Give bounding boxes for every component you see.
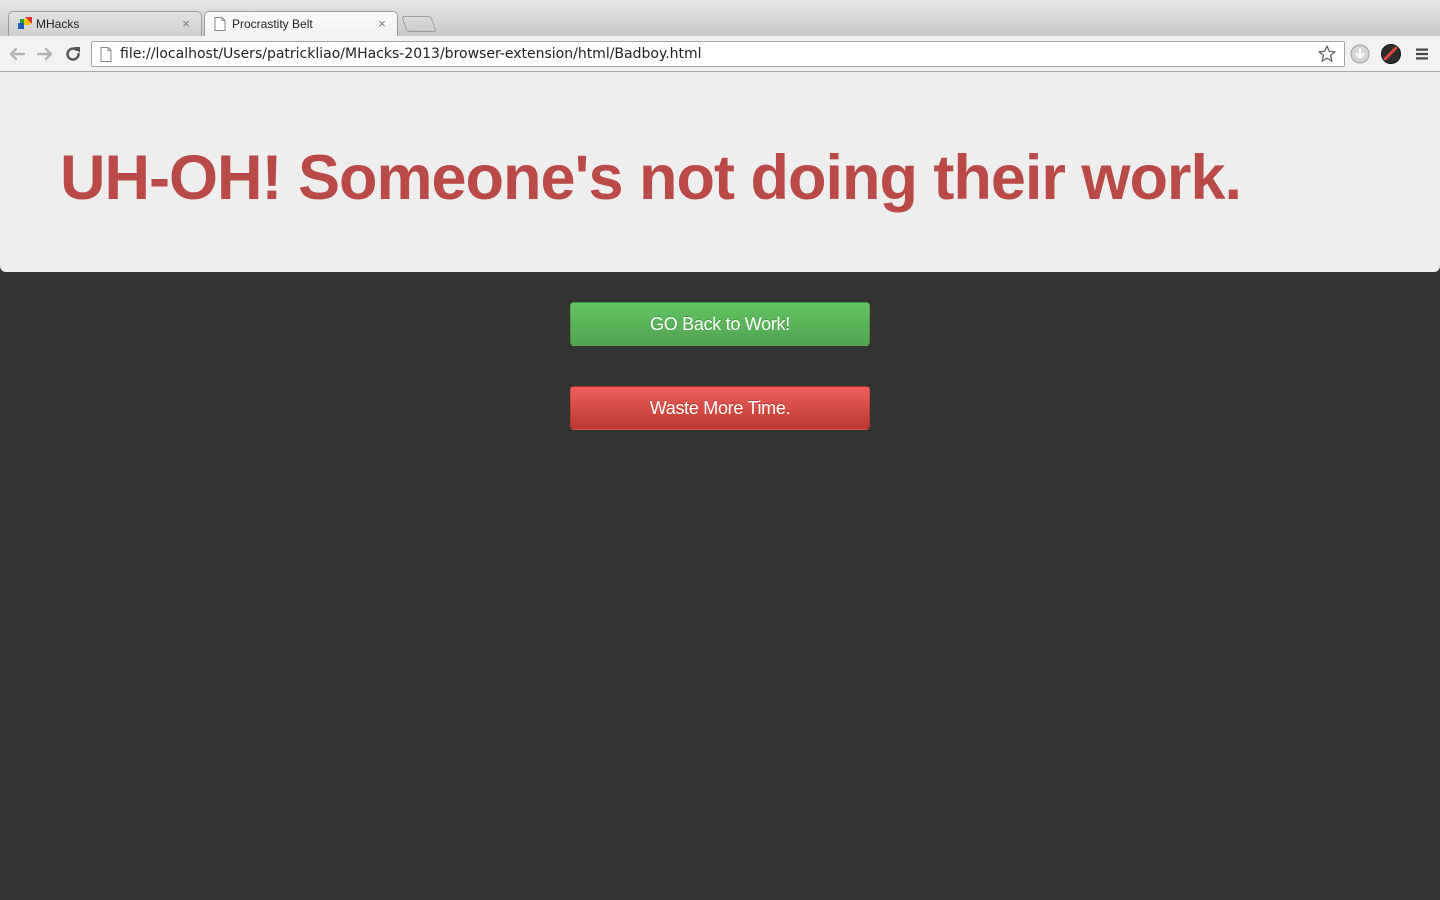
bookmark-star-icon[interactable] — [1316, 45, 1338, 63]
close-tab-icon[interactable]: × — [375, 17, 389, 31]
close-tab-icon[interactable]: × — [179, 17, 193, 31]
tab-strip: MHacks × Procrastity Belt × — [0, 0, 1440, 36]
forward-arrow-icon — [36, 47, 53, 61]
page-icon — [100, 46, 112, 62]
browser-toolbar — [0, 36, 1440, 72]
reload-icon — [66, 47, 80, 61]
go-back-to-work-button[interactable]: GO Back to Work! — [570, 302, 870, 346]
forward-button[interactable] — [33, 42, 57, 66]
new-tab-button[interactable] — [401, 16, 437, 32]
tab-mhacks[interactable]: MHacks × — [8, 11, 202, 36]
page-viewport: UH-OH! Someone's not doing their work. G… — [0, 72, 1440, 900]
back-button[interactable] — [5, 42, 29, 66]
page-title: UH-OH! Someone's not doing their work. — [60, 143, 1242, 213]
download-extension-icon[interactable] — [1350, 44, 1370, 64]
extension-icon[interactable] — [1381, 44, 1401, 64]
address-bar[interactable] — [91, 41, 1345, 67]
waste-more-time-button[interactable]: Waste More Time. — [570, 386, 870, 430]
tab-procrastity-belt[interactable]: Procrastity Belt × — [204, 11, 398, 36]
mhacks-logo-icon — [18, 17, 32, 31]
back-arrow-icon — [9, 47, 26, 61]
page-icon — [214, 17, 228, 31]
tab-label: MHacks — [36, 17, 80, 31]
tab-label: Procrastity Belt — [232, 17, 313, 31]
menu-icon[interactable] — [1412, 44, 1432, 64]
url-input[interactable] — [120, 43, 1316, 65]
hero-unit: UH-OH! Someone's not doing their work. — [0, 72, 1440, 272]
reload-button[interactable] — [61, 42, 85, 66]
